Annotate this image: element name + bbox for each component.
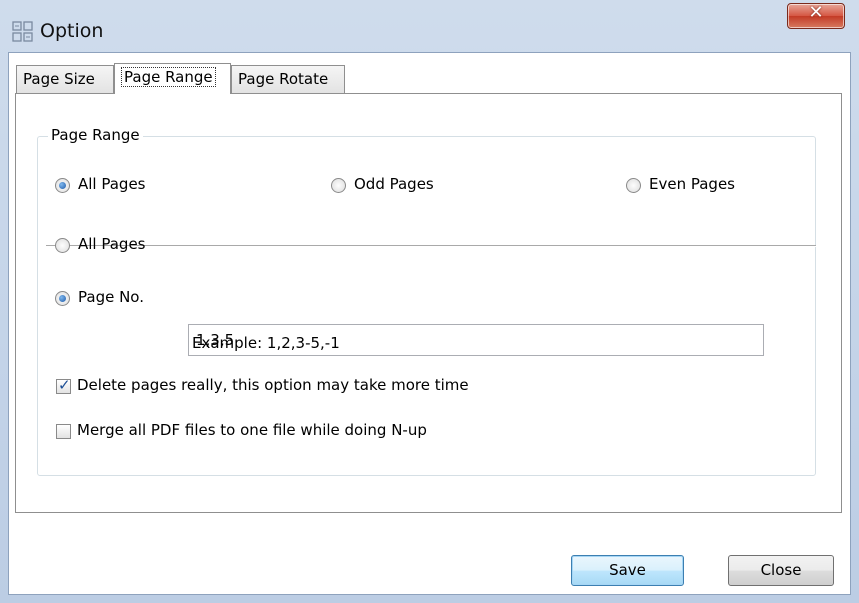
- example-hint: Example: 1,2,3-5,-1: [192, 334, 340, 352]
- window-title: Option: [40, 20, 104, 42]
- group-title: Page Range: [48, 126, 143, 144]
- delete-pages-label[interactable]: Delete pages really, this option may tak…: [77, 376, 469, 394]
- all-pages-scope-label[interactable]: All Pages: [78, 175, 146, 193]
- all-pages-range-label[interactable]: All Pages: [78, 235, 146, 253]
- merge-files-checkbox[interactable]: [56, 424, 71, 439]
- page-no-label[interactable]: Page No.: [78, 288, 144, 306]
- odd-pages-label[interactable]: Odd Pages: [354, 175, 434, 193]
- checkmark-icon: ✓: [58, 376, 71, 394]
- title-bar[interactable]: Option ✕: [0, 0, 859, 52]
- delete-pages-checkbox[interactable]: ✓: [56, 376, 71, 394]
- section-divider: [46, 245, 816, 247]
- odd-pages-radio[interactable]: [331, 178, 346, 193]
- save-button[interactable]: Save: [571, 555, 684, 586]
- dialog-body: Page Size Page Range Page Rotate Page Ra…: [8, 52, 851, 595]
- option-dialog: Option ✕ Page Size Page Range Page Rotat…: [0, 0, 859, 603]
- tab-page-range[interactable]: Page Range: [114, 63, 231, 94]
- app-icon: [12, 21, 33, 42]
- tab-label: Page Rotate: [238, 70, 329, 88]
- page-no-radio[interactable]: [55, 291, 70, 306]
- merge-files-label[interactable]: Merge all PDF files to one file while do…: [77, 421, 427, 439]
- close-button[interactable]: Close: [728, 555, 834, 586]
- close-icon: ✕: [808, 2, 824, 23]
- all-pages-range-radio[interactable]: [55, 238, 70, 253]
- all-pages-scope-radio[interactable]: [55, 178, 70, 193]
- tab-page-rotate[interactable]: Page Rotate: [231, 65, 345, 93]
- window-close-button[interactable]: ✕: [787, 2, 845, 29]
- even-pages-radio[interactable]: [626, 178, 641, 193]
- tab-label: Page Range: [121, 67, 216, 87]
- tab-page-size[interactable]: Page Size: [16, 65, 114, 93]
- page-range-panel: Page Range All Pages Odd Pages Even Page…: [15, 93, 842, 513]
- tab-label: Page Size: [23, 70, 95, 88]
- even-pages-label[interactable]: Even Pages: [649, 175, 735, 193]
